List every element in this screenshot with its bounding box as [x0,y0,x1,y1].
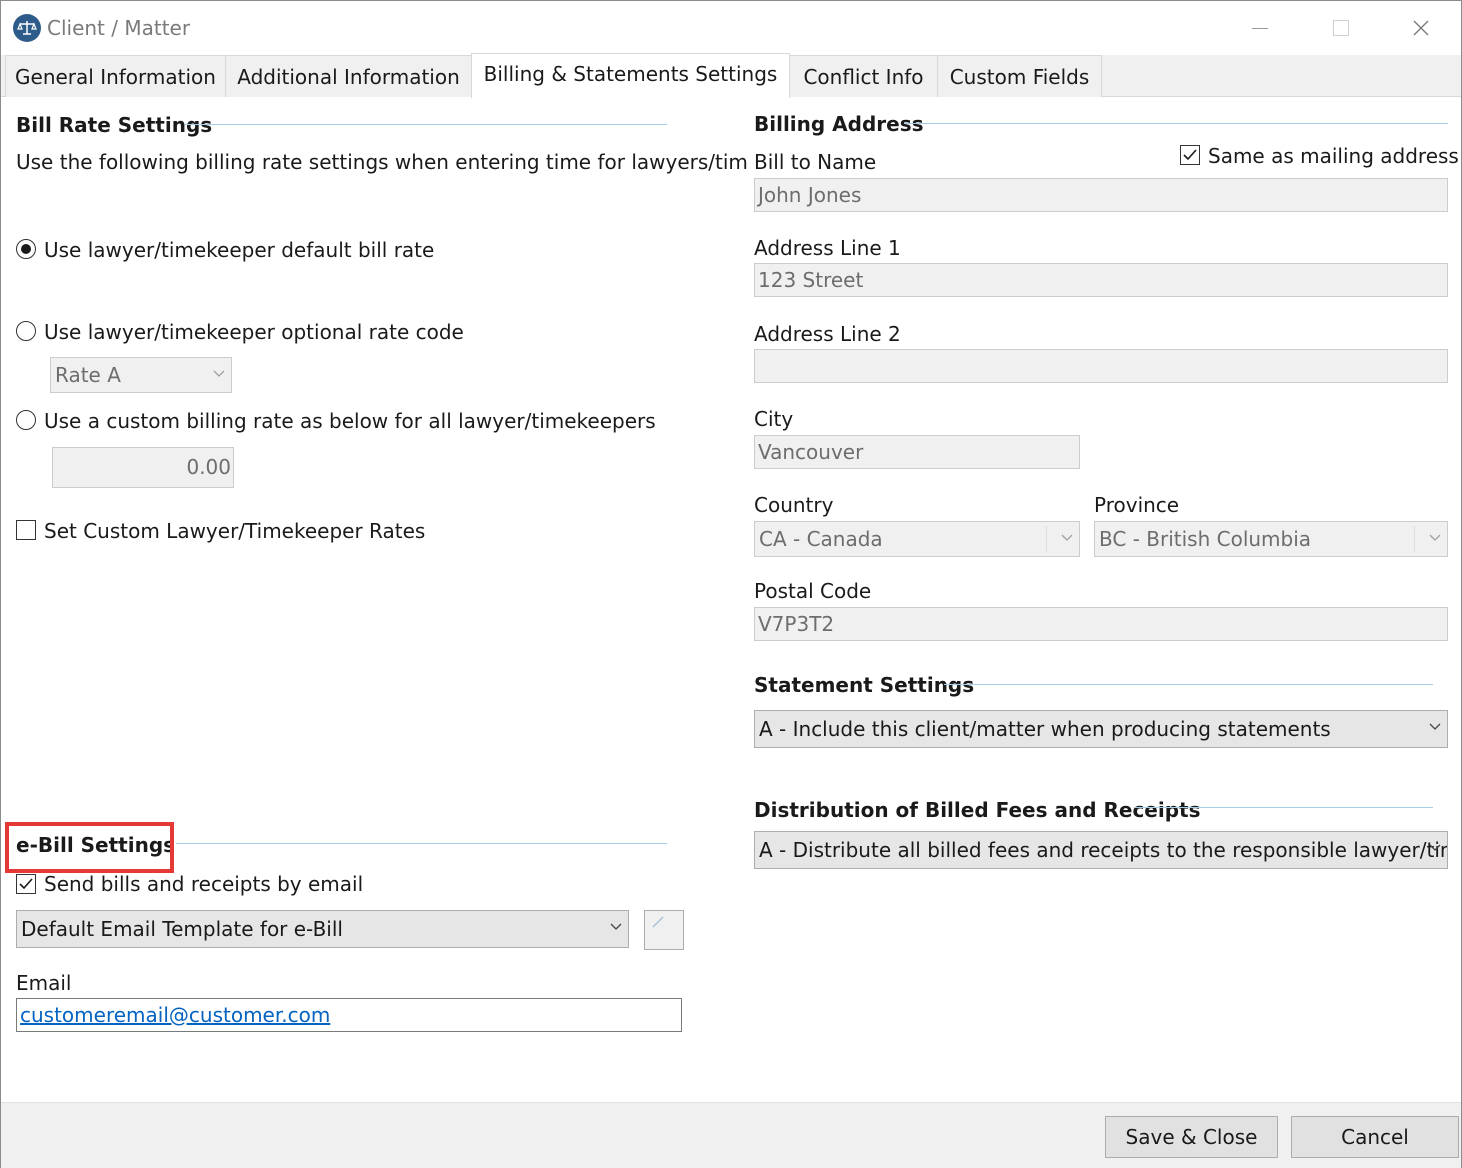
rate-code-select[interactable]: Rate A [50,357,232,393]
same-as-mailing-checkbox[interactable] [1180,145,1200,165]
distribution-value: A - Distribute all billed fees and recei… [759,838,1448,862]
rate-code-radio[interactable] [16,321,36,341]
address-line-2-input[interactable] [754,349,1448,383]
default-rate-label[interactable]: Use lawyer/timekeeper default bill rate [44,238,434,262]
bill-rate-settings-title: Bill Rate Settings [16,113,213,137]
section-divider [1135,807,1433,808]
email-template-value: Default Email Template for e-Bill [21,917,343,941]
email-input[interactable]: customeremail@customer.com [16,998,682,1032]
send-email-checkbox[interactable] [16,874,36,894]
chevron-down-icon [1429,844,1441,851]
edit-template-button[interactable] [644,910,684,950]
billing-address-title: Billing Address [754,112,924,136]
section-divider [944,684,1433,685]
city-label: City [754,407,794,431]
tab-strip: General Information Additional Informati… [1,53,1461,98]
highlight-box [5,822,174,873]
chevron-down-icon [213,370,225,377]
postal-code-label: Postal Code [754,579,872,603]
address-line-2-label: Address Line 2 [754,322,901,346]
province-select[interactable]: BC - British Columbia [1094,521,1448,557]
postal-code-input[interactable]: V7P3T2 [754,607,1448,641]
section-divider [185,124,667,125]
chevron-down-icon [610,923,622,930]
title-bar: Client / Matter [1,1,1461,55]
country-select[interactable]: CA - Canada [754,521,1080,557]
tab-general-information[interactable]: General Information [5,55,226,97]
custom-rate-radio[interactable] [16,410,36,430]
statement-settings-value: A - Include this client/matter when prod… [759,717,1331,741]
save-close-button[interactable]: Save & Close [1105,1116,1278,1158]
tab-custom-fields[interactable]: Custom Fields [937,55,1102,97]
cancel-button[interactable]: Cancel [1291,1116,1459,1158]
minimize-button[interactable] [1246,15,1276,41]
checkmark-icon [1183,149,1197,161]
custom-rates-label[interactable]: Set Custom Lawyer/Timekeeper Rates [44,519,425,543]
address-line-1-label: Address Line 1 [754,236,901,260]
section-divider [176,843,667,844]
default-rate-radio[interactable] [16,239,36,259]
country-label: Country [754,493,834,517]
chevron-down-icon [1061,534,1073,541]
bill-to-name-label: Bill to Name [754,150,877,174]
province-value: BC - British Columbia [1099,527,1312,551]
chevron-down-icon [1429,723,1441,730]
province-label: Province [1094,493,1180,517]
pencil-icon [652,916,664,928]
email-template-select[interactable]: Default Email Template for e-Bill [16,910,629,948]
statement-settings-select[interactable]: A - Include this client/matter when prod… [754,710,1448,748]
distribution-select[interactable]: A - Distribute all billed fees and recei… [754,831,1448,869]
rate-code-label[interactable]: Use lawyer/timekeeper optional rate code [44,320,464,344]
custom-rate-input[interactable]: 0.00 [52,447,234,488]
select-divider [1046,526,1047,552]
checkmark-icon [19,878,33,890]
bill-rate-description: Use the following billing rate settings … [16,150,748,174]
tab-billing-statements-settings[interactable]: Billing & Statements Settings [471,53,790,98]
tab-additional-information[interactable]: Additional Information [225,55,472,97]
chevron-down-icon [1429,534,1441,541]
bill-to-name-input[interactable]: John Jones [754,178,1448,212]
same-as-mailing-label[interactable]: Same as mailing address [1208,144,1459,168]
city-input[interactable]: Vancouver [754,435,1080,469]
address-line-1-input[interactable]: 123 Street [754,263,1448,297]
section-divider [904,123,1448,124]
country-value: CA - Canada [759,527,883,551]
select-divider [1414,526,1415,552]
window-title: Client / Matter [47,16,191,40]
rate-code-value: Rate A [55,363,121,387]
custom-rate-label[interactable]: Use a custom billing rate as below for a… [44,409,656,433]
client-matter-dialog: Client / Matter General Information Addi… [0,0,1462,1168]
email-label: Email [16,971,72,995]
dialog-footer: Save & Close Cancel [1,1102,1461,1168]
close-icon [1413,20,1429,36]
statement-settings-title: Statement Settings [754,673,975,697]
scales-of-justice-icon [13,14,41,42]
maximize-button[interactable] [1326,15,1356,41]
tab-conflict-info[interactable]: Conflict Info [789,55,938,97]
close-button[interactable] [1406,15,1436,41]
send-email-label[interactable]: Send bills and receipts by email [44,872,363,896]
distribution-title: Distribution of Billed Fees and Receipts [754,798,1201,822]
custom-rates-checkbox[interactable] [16,520,36,540]
